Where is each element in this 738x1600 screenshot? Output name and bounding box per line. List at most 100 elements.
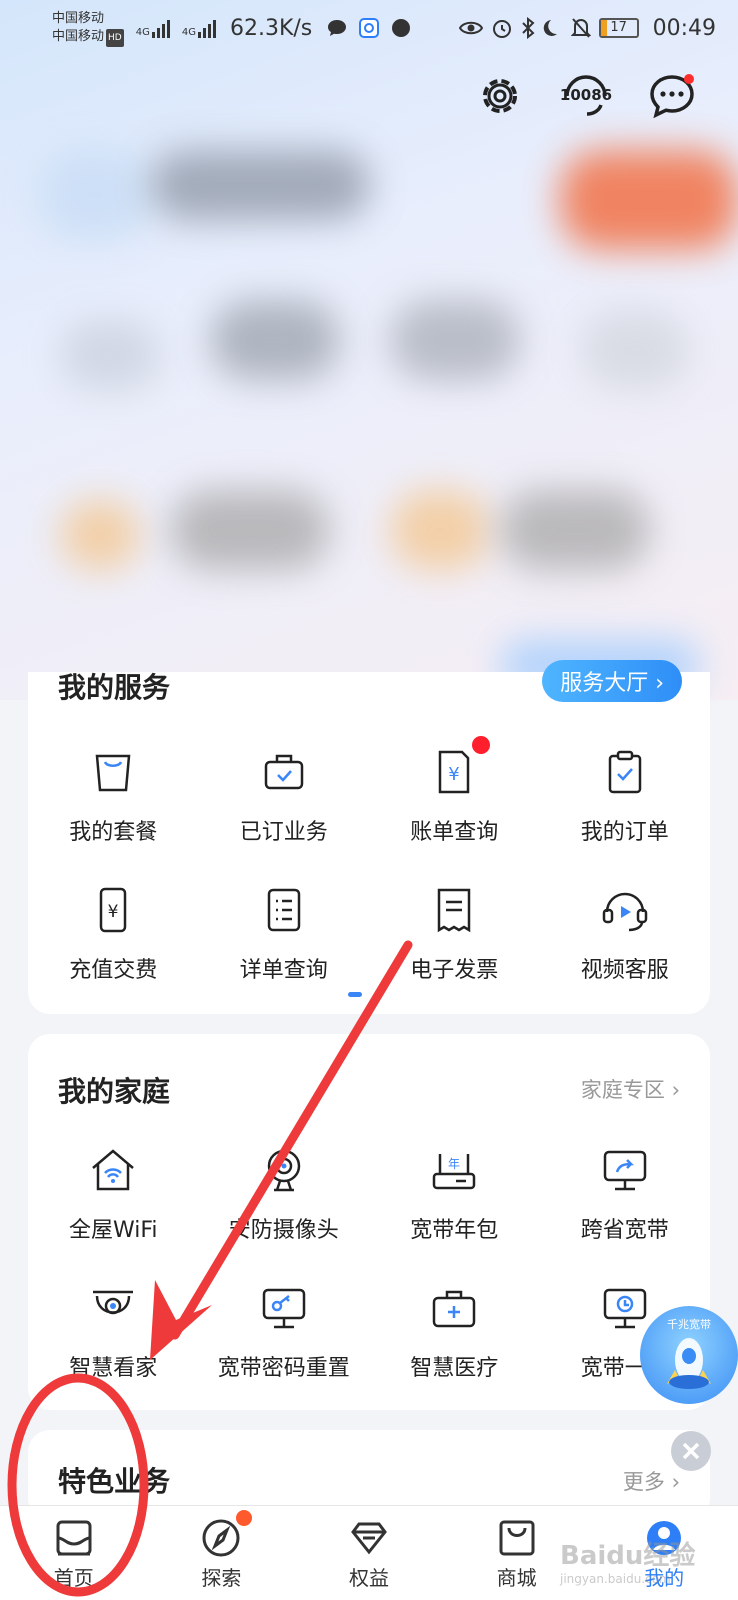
- svg-text:年: 年: [448, 1157, 460, 1171]
- moon-icon: [543, 20, 557, 36]
- diamond-icon: [351, 1522, 387, 1555]
- family-item-smart-home-watch[interactable]: 智慧看家: [28, 1278, 199, 1416]
- signal-icon-2: 4G: [182, 18, 216, 38]
- service-label: 我的订单: [580, 820, 669, 845]
- family-zone-link[interactable]: 家庭专区 ›: [581, 1074, 680, 1104]
- hotline-button[interactable]: 10086: [560, 70, 612, 122]
- family-label: 全屋WiFi: [68, 1218, 158, 1243]
- floating-promo[interactable]: 千兆宽带: [640, 1306, 738, 1404]
- service-label: 充值交费: [69, 958, 158, 983]
- service-label: 视频客服: [580, 958, 669, 983]
- family-item-password-reset[interactable]: 宽带密码重置: [199, 1278, 370, 1416]
- family-label: 宽带密码重置: [217, 1356, 350, 1381]
- home-icon: [56, 1520, 92, 1556]
- headset-video-icon: [602, 892, 647, 932]
- camera-icon: [267, 1149, 300, 1192]
- blurred-card-2: [170, 490, 330, 570]
- header-actions: 10086: [474, 70, 698, 122]
- gear-icon: [483, 79, 517, 113]
- tab-label: 探索: [201, 1566, 242, 1590]
- hotline-number: 10086: [559, 86, 613, 104]
- tab-label: 首页: [53, 1566, 94, 1590]
- monitor-share-icon: [603, 1150, 646, 1191]
- blurred-stat-3: [390, 300, 520, 380]
- tab-label: 商城: [496, 1566, 537, 1590]
- service-label: 电子发票: [410, 958, 499, 983]
- service-item-my-orders[interactable]: 我的订单: [540, 742, 711, 880]
- explore-badge: [235, 1510, 252, 1526]
- signal-icon: 4G: [136, 18, 170, 38]
- service-label: 已订业务: [239, 820, 328, 845]
- service-item-bill[interactable]: ¥ 账单查询: [369, 736, 540, 880]
- battery-icon: 17: [598, 18, 639, 38]
- app-icon: [392, 19, 411, 37]
- alarm-icon: [492, 20, 511, 38]
- carrier-info: 中国移动 中国移动 HD: [52, 10, 124, 47]
- service-item-detail-query[interactable]: 详单查询: [199, 880, 370, 1018]
- family-item-annual-broadband[interactable]: 年 宽带年包: [369, 1140, 540, 1278]
- blurred-name: [150, 150, 370, 220]
- service-item-my-plan[interactable]: 我的套餐: [28, 742, 199, 880]
- watermark-brand: Baidu经验: [560, 1541, 696, 1571]
- bill-yuan-icon: ¥: [439, 750, 470, 794]
- tab-benefits[interactable]: 权益: [295, 1506, 443, 1600]
- tab-label: 权益: [348, 1566, 389, 1590]
- featured-more-link[interactable]: 更多 ›: [623, 1466, 680, 1496]
- carrier-1: 中国移动: [52, 10, 105, 26]
- blurred-stat-2: [210, 300, 340, 380]
- floating-promo-text: 千兆宽带: [667, 1318, 711, 1331]
- family-item-cross-province[interactable]: 跨省宽带: [540, 1140, 711, 1278]
- router-year-icon: 年: [433, 1154, 476, 1190]
- service-label: 详单查询: [239, 958, 328, 983]
- mute-bell-icon: [570, 18, 591, 38]
- page-indicator: [348, 992, 362, 997]
- family-title: 我的家庭: [58, 1075, 171, 1108]
- service-item-video-support[interactable]: 视频客服: [540, 880, 711, 1018]
- notification-dot: [684, 74, 694, 84]
- service-hall-button[interactable]: 服务大厅 ›: [542, 660, 682, 702]
- message-icon: [328, 20, 347, 36]
- settings-button[interactable]: [474, 70, 526, 122]
- monitor-key-icon: [262, 1288, 305, 1329]
- compass-icon: [202, 1519, 240, 1557]
- shopping-bag-icon: [499, 1520, 535, 1556]
- family-label: 安防摄像头: [228, 1218, 339, 1243]
- status-bar: 中国移动 中国移动 HD 4G 4G 62.3K/s 17 00:49: [0, 0, 738, 56]
- shopping-bag-icon: [95, 754, 131, 792]
- browser-icon: [359, 18, 380, 38]
- watermark: Baidu经验 jingyan.baidu.com: [560, 1535, 695, 1586]
- family-item-wifi[interactable]: 全屋WiFi: [28, 1140, 199, 1278]
- eye-icon: [458, 21, 483, 35]
- blurred-stat-4: [580, 310, 690, 390]
- blurred-card-1: [60, 500, 140, 570]
- home-wifi-icon: [92, 1149, 135, 1191]
- service-item-recharge[interactable]: ¥ 充值交费: [28, 880, 199, 1018]
- watermark-url: jingyan.baidu.com: [560, 1572, 671, 1586]
- family-grid: 全屋WiFi 安防摄像头 年 宽带年包 跨省宽带 智慧看家 宽带密码重置 智慧医…: [28, 1140, 710, 1416]
- dome-camera-icon: [93, 1290, 134, 1315]
- briefcase-check-icon: [264, 754, 303, 790]
- tab-home[interactable]: 首页: [0, 1506, 148, 1600]
- my-services-card: 我的服务 服务大厅 › 我的套餐 已订业务 ¥ 账单查询 我的订单 ¥ 充值交费…: [28, 660, 710, 1014]
- services-title: 我的服务: [58, 671, 171, 704]
- tab-explore[interactable]: 探索: [148, 1506, 296, 1600]
- family-label: 智慧看家: [69, 1356, 158, 1381]
- bluetooth-icon: [521, 17, 535, 39]
- service-item-subscribed[interactable]: 已订业务: [199, 742, 370, 880]
- rocket-icon: [667, 1338, 711, 1389]
- messages-button[interactable]: [646, 70, 698, 122]
- clipboard-check-icon: [608, 750, 641, 794]
- featured-title: 特色业务: [58, 1465, 171, 1498]
- services-grid: 我的套餐 已订业务 ¥ 账单查询 我的订单 ¥ 充值交费 详单查询 电子发票 视…: [28, 736, 711, 1018]
- list-document-icon: [267, 888, 300, 932]
- blurred-avatar: [40, 150, 150, 240]
- family-item-smart-medical[interactable]: 智慧医疗: [369, 1278, 540, 1416]
- floating-close-button[interactable]: [671, 1431, 711, 1471]
- family-item-camera[interactable]: 安防摄像头: [199, 1140, 370, 1278]
- hd-badge: HD: [106, 28, 124, 47]
- medical-kit-icon: [433, 1290, 476, 1328]
- service-item-e-invoice[interactable]: 电子发票: [369, 880, 540, 1018]
- receipt-icon: [438, 888, 471, 933]
- my-family-card: 我的家庭 家庭专区 › 全屋WiFi 安防摄像头 年 宽带年包 跨省宽带 智慧看…: [28, 1034, 710, 1410]
- family-label: 跨省宽带: [580, 1218, 669, 1243]
